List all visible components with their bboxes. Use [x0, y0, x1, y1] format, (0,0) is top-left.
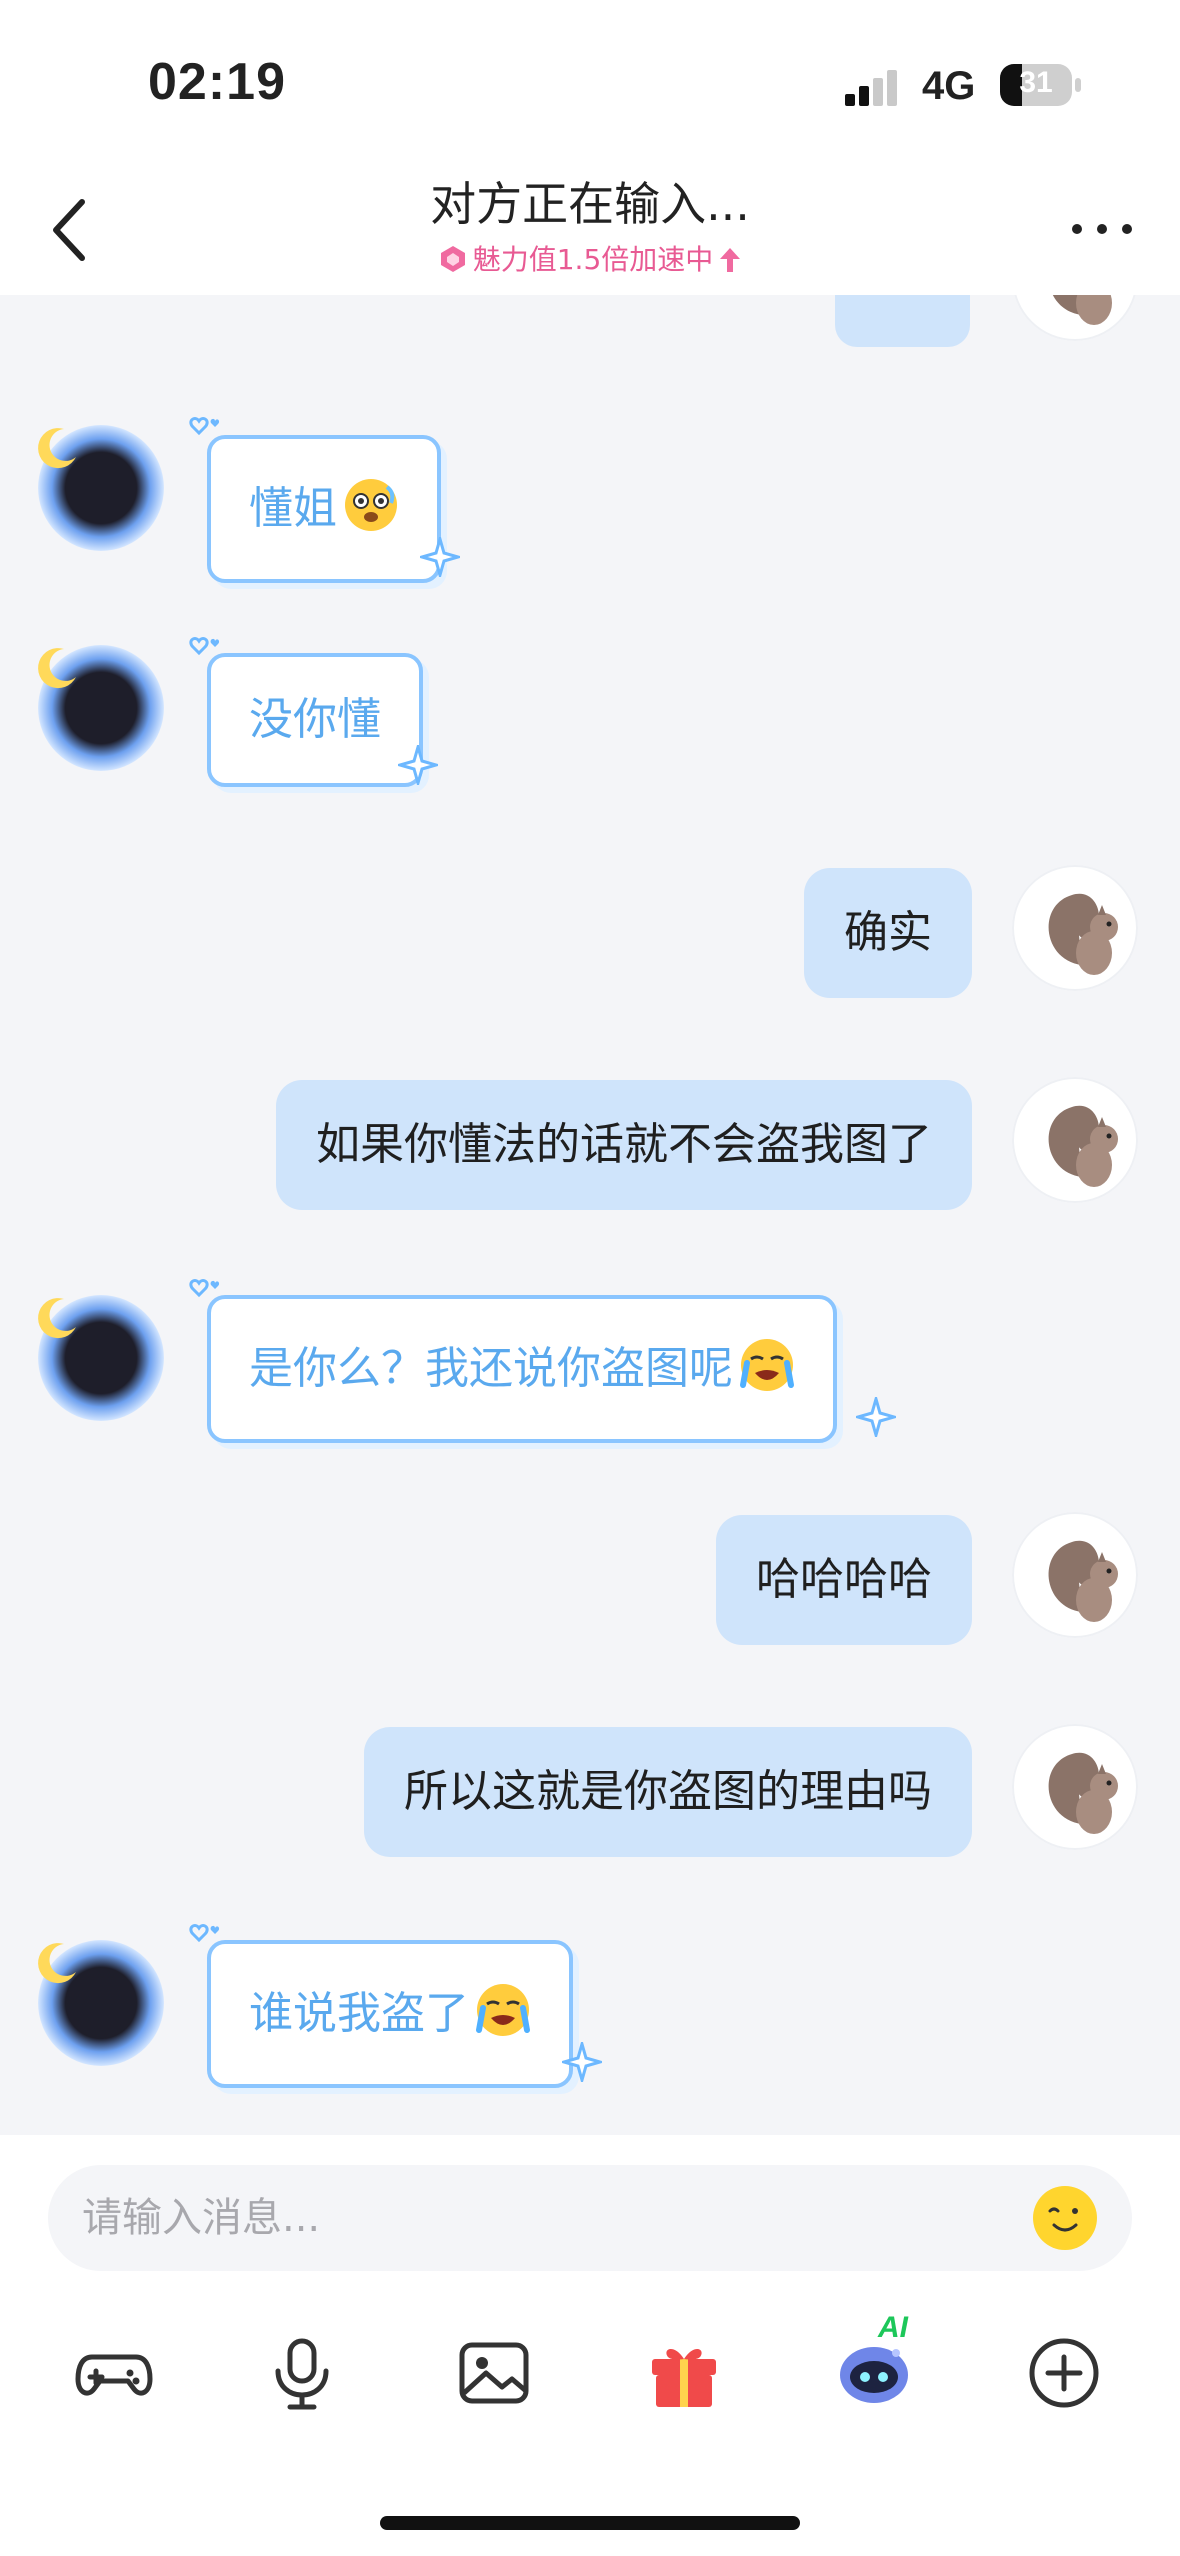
- squirrel-icon: [1048, 893, 1118, 975]
- message-text: 懂姐: [249, 483, 337, 534]
- battery-icon: 31: [1000, 64, 1072, 106]
- message-text: 所以这就是你盗图的理由吗: [404, 1766, 932, 1817]
- dizzy-face-emoji: [345, 479, 397, 531]
- incoming-message-bubble[interactable]: 是你么？我还说你盗图呢: [207, 1295, 837, 1443]
- signal-icon: [845, 70, 897, 106]
- charm-gem-icon: [440, 246, 465, 272]
- sparkle-decoration-icon: [420, 537, 460, 577]
- heart-decoration-icon: [189, 417, 220, 436]
- ai-assistant-button[interactable]: AI: [834, 2311, 934, 2419]
- partial-message-bubble[interactable]: [835, 295, 970, 347]
- message-input[interactable]: 请输入消息...: [48, 2165, 1132, 2271]
- game-controller-icon[interactable]: [74, 2333, 154, 2413]
- message-text: 没你懂: [249, 694, 381, 745]
- moon-decoration-icon: [38, 1943, 76, 1984]
- battery-tip: [1075, 78, 1081, 92]
- emoji-picker-icon[interactable]: [1032, 2185, 1098, 2251]
- moon-decoration-icon: [38, 428, 76, 469]
- incoming-message-bubble[interactable]: 没你懂: [207, 653, 423, 787]
- microphone-icon[interactable]: [262, 2333, 342, 2413]
- heart-decoration-icon: [189, 1924, 220, 1943]
- heart-decoration-icon: [189, 1279, 220, 1298]
- incoming-message-bubble[interactable]: 懂姐: [207, 435, 441, 583]
- moon-decoration-icon: [38, 648, 76, 689]
- message-text: 确实: [844, 907, 932, 958]
- sparkle-decoration-icon: [398, 745, 438, 785]
- plus-circle-icon[interactable]: [1024, 2333, 1104, 2413]
- sparkle-decoration-icon: [856, 1397, 896, 1437]
- message-text: 是你么？我还说你盗图呢: [249, 1343, 733, 1394]
- crying-face-emoji: [476, 1984, 530, 2036]
- sparkle-decoration-icon: [562, 2042, 602, 2082]
- chat-header: 对方正在输入... 魅力值1.5倍加速中: [0, 150, 1180, 295]
- charm-boost-banner[interactable]: 魅力值1.5倍加速中: [0, 238, 1180, 278]
- squirrel-icon: [1048, 1752, 1118, 1834]
- my-avatar[interactable]: [1012, 295, 1138, 341]
- home-indicator[interactable]: [380, 2516, 800, 2530]
- up-arrow-icon: [720, 248, 741, 272]
- message-text: 如果你懂法的话就不会盗我图了: [316, 1119, 932, 1170]
- squirrel-icon: [1048, 1105, 1118, 1187]
- message-input-placeholder: 请输入消息...: [82, 2195, 321, 2241]
- ai-badge: AI: [878, 2311, 908, 2344]
- my-avatar[interactable]: [1012, 1077, 1138, 1203]
- crying-face-emoji: [740, 1339, 794, 1391]
- network-type: 4G: [922, 64, 976, 108]
- gift-icon[interactable]: [644, 2333, 724, 2413]
- composer-panel: 请输入消息... AI: [0, 2135, 1180, 2556]
- chat-messages[interactable]: 懂姐 没你懂 确实 如果你懂法的话就不会盗我图了 是你么？我还说你盗图呢 哈哈哈…: [0, 295, 1180, 2135]
- squirrel-icon: [1048, 1540, 1118, 1622]
- my-avatar[interactable]: [1012, 1724, 1138, 1850]
- moon-decoration-icon: [38, 1298, 76, 1339]
- my-avatar[interactable]: [1012, 1512, 1138, 1638]
- charm-boost-text: 魅力值1.5倍加速中: [472, 243, 714, 276]
- more-options-icon[interactable]: [1070, 222, 1134, 236]
- heart-decoration-icon: [189, 637, 220, 656]
- outgoing-message-bubble[interactable]: 所以这就是你盗图的理由吗: [364, 1727, 972, 1857]
- outgoing-message-bubble[interactable]: 哈哈哈哈: [716, 1515, 972, 1645]
- status-time: 02:19: [148, 53, 286, 111]
- message-text: 哈哈哈哈: [756, 1554, 932, 1605]
- message-text: 谁说我盗了: [249, 1988, 469, 2039]
- outgoing-message-bubble[interactable]: 确实: [804, 868, 972, 998]
- squirrel-icon: [1048, 295, 1118, 325]
- outgoing-message-bubble[interactable]: 如果你懂法的话就不会盗我图了: [276, 1080, 972, 1210]
- image-icon[interactable]: [454, 2333, 534, 2413]
- chat-title: 对方正在输入...: [430, 177, 750, 231]
- incoming-message-bubble[interactable]: 谁说我盗了: [207, 1940, 573, 2088]
- status-bar: 02:19 4G 31: [0, 0, 1180, 150]
- my-avatar[interactable]: [1012, 865, 1138, 991]
- battery-level: 31: [1019, 66, 1053, 99]
